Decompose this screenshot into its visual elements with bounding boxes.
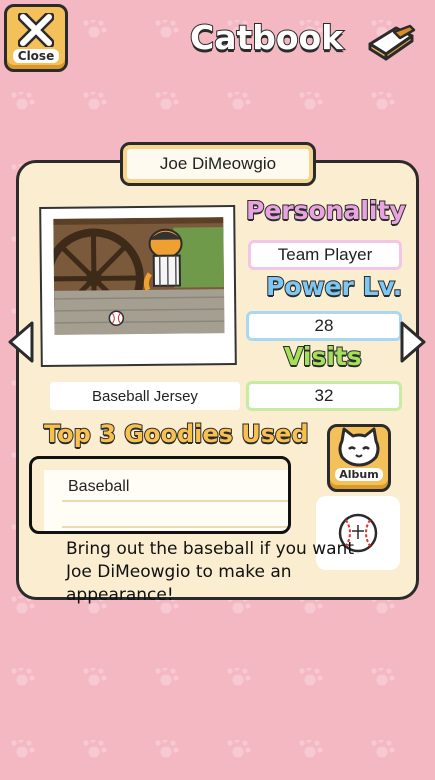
cat-name: Joe DiMeowgio xyxy=(120,142,316,186)
album-button[interactable]: Album xyxy=(327,424,391,492)
visits-heading: Visits xyxy=(283,341,363,372)
book-pencil-icon xyxy=(368,24,416,61)
memento-label: Baseball Jersey xyxy=(50,382,240,410)
power-level-heading: Power Lv. xyxy=(265,271,403,302)
cat-scene-illustration xyxy=(53,217,225,335)
cat-face-icon xyxy=(338,427,380,467)
album-label: Album xyxy=(335,468,383,481)
personality-heading: Personality xyxy=(245,195,407,226)
close-label: Close xyxy=(12,49,60,63)
personality-value: Team Player xyxy=(248,240,402,270)
annotation-text: Bring out the baseball if you want Joe D… xyxy=(66,539,354,605)
annotation-highlight-box xyxy=(29,456,291,534)
visits-value: 32 xyxy=(246,381,402,411)
close-button[interactable]: Close xyxy=(4,4,68,72)
goodies-heading: Top 3 Goodies Used xyxy=(43,419,309,449)
power-level-value: 28 xyxy=(246,311,402,341)
arrow-left-icon[interactable] xyxy=(6,320,36,364)
cat-photo xyxy=(39,204,237,368)
arrow-right-icon[interactable] xyxy=(398,320,428,364)
close-x-icon xyxy=(18,13,54,47)
page-title: Catbook xyxy=(189,17,344,58)
